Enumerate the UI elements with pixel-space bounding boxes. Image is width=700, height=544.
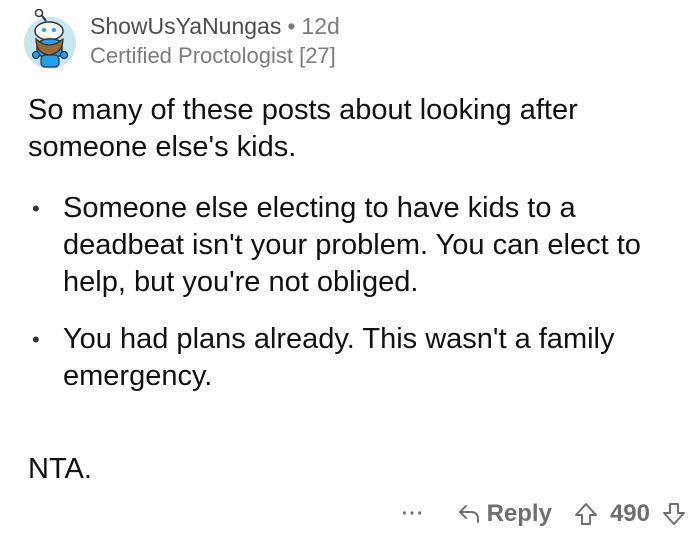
downvote-arrow-icon[interactable] <box>662 501 686 527</box>
comment-bullet-list: • Someone else electing to have kids to … <box>28 190 678 395</box>
comment-header: ShowUsYaNungas • 12d Certified Proctologis… <box>90 12 340 70</box>
upvote-arrow-icon[interactable] <box>574 501 598 527</box>
meta-separator: • <box>287 13 296 39</box>
bullet-marker: • <box>32 327 40 352</box>
vote-score: 490 <box>609 500 650 527</box>
comment-intro: So many of these posts about looking aft… <box>28 94 578 163</box>
list-item: • You had plans already. This wasn't a f… <box>28 321 678 395</box>
comment: ShowUsYaNungas • 12d Certified Proctologis… <box>0 0 700 544</box>
bullet-text: You had plans already. This wasn't a fam… <box>63 323 615 392</box>
comment-closing: NTA. <box>28 453 92 485</box>
bullet-marker: • <box>32 196 40 221</box>
bullet-text: Someone else electing to have kids to a … <box>63 192 641 298</box>
comment-body: So many of these posts about looking aft… <box>28 92 678 488</box>
user-flair: Certified Proctologist [27] <box>90 43 336 68</box>
snoo-avatar-icon <box>24 8 76 69</box>
list-item: • Someone else electing to have kids to … <box>28 190 678 301</box>
reply-button[interactable]: Reply <box>457 500 552 528</box>
username[interactable]: ShowUsYaNungas <box>90 13 281 39</box>
comment-meta: ShowUsYaNungas • 12d <box>90 12 340 40</box>
more-options-button[interactable]: ··· <box>402 503 425 526</box>
comment-age: 12d <box>301 13 340 39</box>
reply-label: Reply <box>486 500 552 527</box>
reply-arrow-icon <box>457 503 481 525</box>
user-avatar[interactable] <box>22 8 78 71</box>
comment-action-bar: ··· Reply 490 <box>402 494 686 534</box>
